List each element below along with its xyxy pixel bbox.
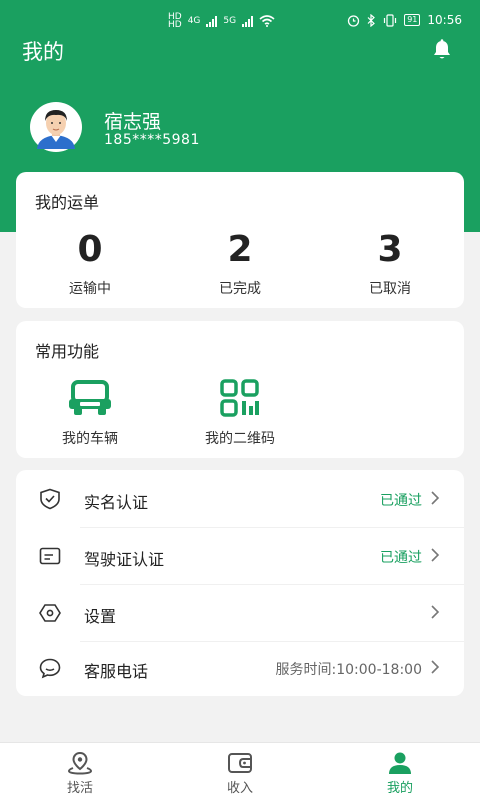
chevron-right-icon xyxy=(431,548,440,562)
bottom-tab-bar: 找活 收入 我的 xyxy=(0,742,480,800)
my-qrcode-button[interactable]: 我的二维码 xyxy=(185,379,295,448)
menu-label: 设置 xyxy=(84,607,117,626)
menu-item-real-name-auth[interactable]: 实名认证 已通过 xyxy=(16,471,464,527)
network-type: 4G xyxy=(187,16,201,26)
location-icon xyxy=(67,751,93,775)
stat-cancelled[interactable]: 3 已取消 xyxy=(340,230,440,298)
vehicle-icon xyxy=(69,380,111,415)
menu-item-license-auth[interactable]: 驾驶证认证 已通过 xyxy=(16,528,464,584)
service-hours: 服务时间:10:00-18:00 xyxy=(275,662,422,678)
orders-card: 我的运单 0 运输中 2 已完成 3 已取消 xyxy=(16,172,464,308)
tab-find-work[interactable]: 找活 xyxy=(40,743,120,800)
settings-icon xyxy=(39,604,61,622)
bell-icon[interactable] xyxy=(430,38,454,62)
stat-value: 2 xyxy=(227,229,253,270)
tab-label: 我的 xyxy=(386,781,413,796)
wifi-icon xyxy=(259,15,275,27)
status-value: 已通过 xyxy=(380,550,422,566)
user-name: 宿志强 xyxy=(104,111,162,133)
network-indicators: HD HD 4G 5G xyxy=(168,13,275,30)
wallet-icon xyxy=(228,753,252,773)
user-phone: 185****5981 xyxy=(104,132,200,148)
chevron-right-icon xyxy=(431,491,440,505)
license-card-icon xyxy=(39,547,61,565)
tab-income[interactable]: 收入 xyxy=(200,743,280,800)
menu-card: 实名认证 已通过 驾驶证认证 已通过 设置 客服电话 服务时间:10:00-18… xyxy=(16,470,464,696)
stat-label: 已完成 xyxy=(219,281,261,297)
battery-icon: 91 xyxy=(404,14,421,26)
menu-item-customer-service[interactable]: 客服电话 服务时间:10:00-18:00 xyxy=(16,640,464,696)
func-label: 我的二维码 xyxy=(205,431,275,447)
chevron-right-icon xyxy=(431,605,440,619)
clock: 10:56 xyxy=(427,13,462,27)
person-icon xyxy=(389,752,411,774)
qrcode-icon xyxy=(220,379,259,417)
signal-icon xyxy=(206,15,218,27)
status-value: 已通过 xyxy=(380,493,422,509)
stat-label: 运输中 xyxy=(69,281,111,297)
hd-badge: HD xyxy=(168,20,182,30)
menu-label: 实名认证 xyxy=(84,493,149,512)
func-label: 我的车辆 xyxy=(62,431,118,447)
tab-label: 收入 xyxy=(226,781,253,796)
stat-completed[interactable]: 2 已完成 xyxy=(190,230,290,298)
chat-icon xyxy=(39,658,61,679)
chevron-right-icon xyxy=(431,660,440,674)
tab-mine[interactable]: 我的 xyxy=(360,743,440,800)
signal-icon xyxy=(242,15,254,27)
vibrate-icon xyxy=(384,13,397,27)
menu-label: 客服电话 xyxy=(84,662,149,681)
page-title: 我的 xyxy=(22,40,64,64)
avatar[interactable] xyxy=(24,101,88,153)
network-type: 5G xyxy=(223,16,237,26)
status-bar: HD HD 4G 5G 91 10:56 xyxy=(0,0,480,40)
menu-label: 驾驶证认证 xyxy=(84,550,165,569)
stat-in-transit[interactable]: 0 运输中 xyxy=(40,230,140,298)
stat-label: 已取消 xyxy=(369,281,411,297)
my-vehicle-button[interactable]: 我的车辆 xyxy=(35,379,145,448)
system-indicators: 91 10:56 xyxy=(347,13,462,27)
tab-label: 找活 xyxy=(66,781,93,796)
bluetooth-icon xyxy=(367,13,376,27)
stat-value: 0 xyxy=(77,229,103,270)
shield-check-icon xyxy=(40,488,60,510)
functions-title: 常用功能 xyxy=(35,342,100,361)
stat-value: 3 xyxy=(377,229,403,270)
menu-item-settings[interactable]: 设置 xyxy=(16,585,464,641)
alarm-icon xyxy=(348,14,360,27)
functions-card: 常用功能 我的车辆 我的二维码 xyxy=(16,321,464,458)
orders-title: 我的运单 xyxy=(35,193,100,212)
